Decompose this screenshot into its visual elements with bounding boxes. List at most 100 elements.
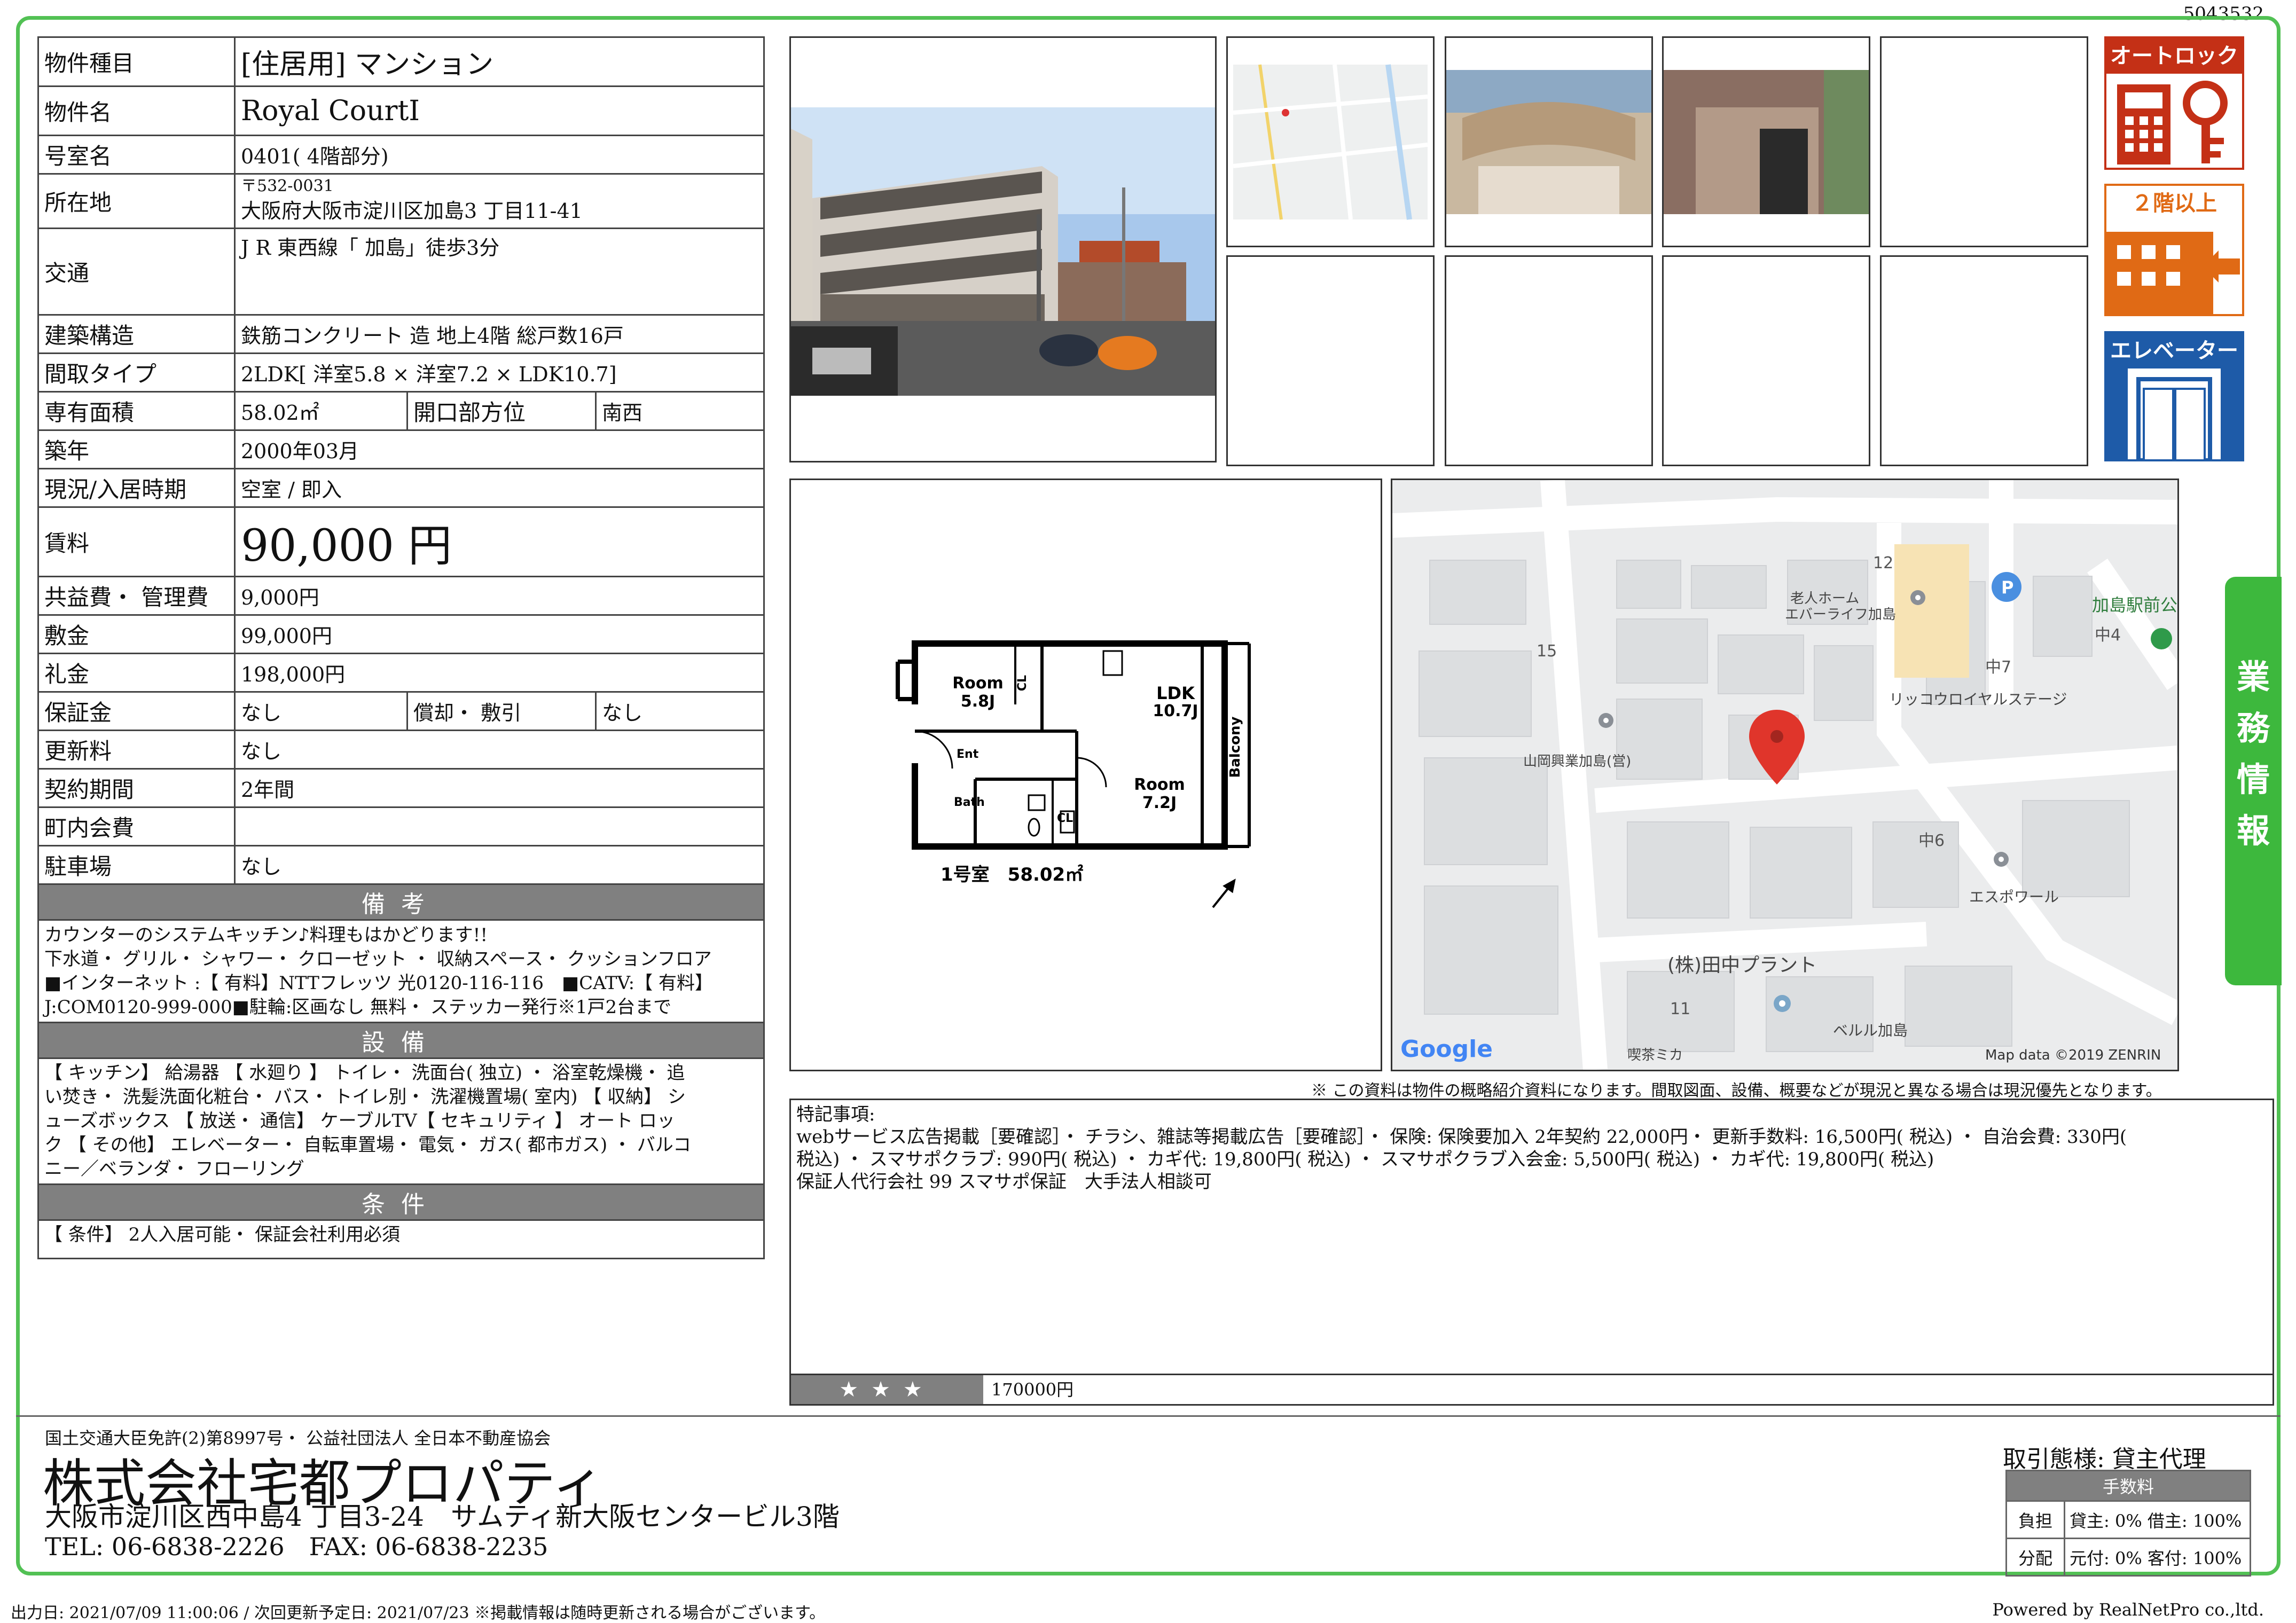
parking-label: 駐車場 (37, 845, 236, 885)
area-value: 58.02㎡ (234, 391, 408, 431)
transport-label: 交通 (37, 228, 236, 316)
building-floor-icon (2106, 232, 2240, 315)
address-value: 大阪府大阪市淀川区加島3 丁目11-41 (241, 199, 583, 223)
conditions-line: 【 条件】 2人入居可能・ 保証会社利用必須 (44, 1224, 401, 1245)
map-attribution: Map data ©2019 ZENRIN (1985, 1047, 2161, 1063)
built-value: 2000年03月 (234, 429, 765, 469)
map-thumbnail[interactable] (1226, 36, 1435, 247)
key-money-label: 礼金 (37, 653, 236, 693)
contract-value: 2年間 (234, 768, 765, 808)
map-yamaoka: 山岡興業加島(営) (1523, 754, 1631, 770)
location-label: 所在地 (37, 173, 236, 229)
room2-label: Room (1134, 775, 1185, 794)
facilities-line: ク 【 その他】 エレベーター・ 自転車置場・ 電気・ ガス( 都市ガス) ・ … (44, 1134, 692, 1156)
map-block-12: 12 (1873, 554, 1893, 573)
ldk-size: 10.7J (1153, 702, 1198, 720)
side-tab-char: 情 (2236, 760, 2270, 799)
key-money-value: 198,000円 (234, 653, 765, 693)
renewal-value: なし (234, 730, 765, 770)
renewal-label: 更新料 (37, 730, 236, 770)
star-rating: ★★★ (791, 1375, 983, 1404)
map-tanaka: (株)田中プラント (1667, 954, 1817, 976)
town-fee-value (234, 806, 765, 846)
room1-size: 5.8J (961, 692, 995, 711)
floor-plan-caption: 1号室 58.02㎡ (941, 864, 1083, 885)
side-tab-char: 報 (2236, 811, 2270, 850)
park-icon (2151, 628, 2172, 649)
rent-label: 賃料 (37, 506, 236, 577)
transport-value: J R 東西線「 加島」徒歩3分 (234, 228, 765, 316)
conditions-header: 条件 (37, 1183, 765, 1221)
map-station-park: 加島駅前公 (2092, 595, 2177, 615)
status-value: 空室 / 即入 (234, 468, 765, 508)
remarks-line: J:COM0120-999-000■駐輪:区画なし 無料・ ステッカー発行※1戸… (44, 996, 672, 1018)
map-block-15: 15 (1537, 642, 1557, 661)
structure-value: 鉄筋コンクリート 造 地上4階 総戸数16戸 (234, 314, 765, 354)
share-label: 分配 (2005, 1538, 2065, 1577)
room-label: 号室名 (37, 135, 236, 175)
photo-slot-empty (1662, 255, 1870, 466)
photo-slot-empty (1880, 255, 2088, 466)
rating-row: ★★★ 170000円 (789, 1374, 2274, 1406)
ldk-label: LDK (1156, 683, 1195, 703)
business-info-tab[interactable]: 業 務 情 報 (2225, 577, 2282, 985)
floor-plan[interactable]: Room 5.8J LDK 10.7J Room 7.2J Balcony CL… (789, 479, 1382, 1071)
photo-slot-empty (1226, 255, 1435, 466)
built-label: 築年 (37, 429, 236, 469)
side-tab-char: 業 (2236, 657, 2270, 696)
layout-label: 間取タイプ (37, 352, 236, 393)
google-logo: Google (1400, 1036, 1493, 1063)
map-naka7: 中7 (1985, 658, 2011, 677)
elevator-label: エレベーター (2106, 333, 2242, 368)
area-label: 専有面積 (37, 391, 236, 431)
conditions-body: 【 条件】 2人入居可能・ 保証会社利用必須 (37, 1219, 765, 1259)
powered-by: Powered by RealNetPro co.,ltd. (1992, 1600, 2264, 1620)
common-fee-value: 9,000円 (234, 576, 765, 616)
entrance-label: Ent (957, 748, 979, 761)
common-fee-label: 共益費・ 管理費 (37, 576, 236, 616)
building-photo[interactable] (789, 36, 1217, 462)
burden-value: 貸主: 0% 借主: 100% (2064, 1500, 2251, 1539)
special-line: 税込) ・ スマサポクラブ: 990円( 税込) ・ カギ代: 19,800円(… (796, 1149, 1934, 1170)
deposit-value: 99,000円 (234, 614, 765, 654)
autolock-label: オートロック (2106, 38, 2242, 74)
facilities-body: 【 キッチン】 給湯器 【 水廻り 】 トイレ・ 洗面台( 独立) ・ 浴室乾燥… (37, 1057, 765, 1185)
fee-table: 手数料 負担 貸主: 0% 借主: 100% 分配 元付: 0% 客付: 100% (2005, 1470, 2251, 1577)
remarks-line: カウンターのシステムキッチン♪料理もはかどります!! (44, 924, 488, 946)
share-value: 元付: 0% 客付: 100% (2064, 1538, 2251, 1577)
location-map[interactable]: 12 15 11 中7 中6 中4 老人ホーム エバーライフ加島 加島駅前公 山… (1391, 479, 2179, 1071)
layout-value: 2LDK[ 洋室5.8 × 洋室7.2 × LDK10.7] (234, 352, 765, 393)
map-block-11: 11 (1670, 1000, 1690, 1018)
parking-value: なし (234, 845, 765, 885)
map-espoir: エスポワール (1969, 888, 2059, 906)
entrance-thumbnail[interactable] (1662, 36, 1870, 247)
special-notes: 特記事項: webサービス広告掲載［要確認］・ チラシ、雑誌等掲載広告［要確認］… (789, 1099, 2274, 1406)
facilities-line: い焚き・ 洗髪洗面化粧台・ バス・ トイレ別・ 洗濯機置場( 室内) 【 収納】… (44, 1086, 686, 1108)
bath-label: Bath (954, 796, 985, 809)
facilities-line: 【 キッチン】 給湯器 【 水廻り 】 トイレ・ 洗面台( 独立) ・ 浴室乾燥… (44, 1062, 685, 1084)
deposit-label: 敷金 (37, 614, 236, 654)
status-label: 現況/入居時期 (37, 468, 236, 508)
remarks-body: カウンターのシステムキッチン♪料理もはかどります!! 下水道・ グリル・ シャワ… (37, 919, 765, 1023)
floor-label: ２階以上 (2106, 186, 2242, 221)
name-value: Royal CourtI (234, 85, 765, 136)
town-fee-label: 町内会費 (37, 806, 236, 846)
fee-header: 手数料 (2005, 1470, 2251, 1502)
structure-label: 建築構造 (37, 314, 236, 354)
room-value: 0401( 4階部分) (234, 135, 765, 175)
map-naka4: 中4 (2095, 626, 2121, 645)
direction-label: 開口部方位 (406, 391, 597, 431)
entrance-sign-thumbnail[interactable] (1445, 36, 1653, 247)
footer-divider (16, 1415, 2281, 1417)
side-tab-char: 務 (2236, 709, 2270, 748)
map-naka6: 中6 (1918, 832, 1945, 850)
elevator-icon (2106, 368, 2242, 462)
closet-label: CL (1016, 675, 1029, 691)
remarks-line: ■インターネット :【 有料】NTTフレッツ 光0120-116-116 ■CA… (44, 972, 713, 994)
balcony-label: Balcony (1227, 716, 1243, 778)
autolock-icon (2117, 81, 2228, 164)
amortization-label: 償却・ 敷引 (406, 691, 597, 731)
disclaimer: ※ この資料は物件の概略紹介資料になります。間取図面、設備、概要などが現況と異な… (1311, 1081, 2162, 1100)
postal-code: 〒532-0031 (241, 177, 334, 195)
map-cafe: 喫茶ミカ (1627, 1047, 1683, 1063)
